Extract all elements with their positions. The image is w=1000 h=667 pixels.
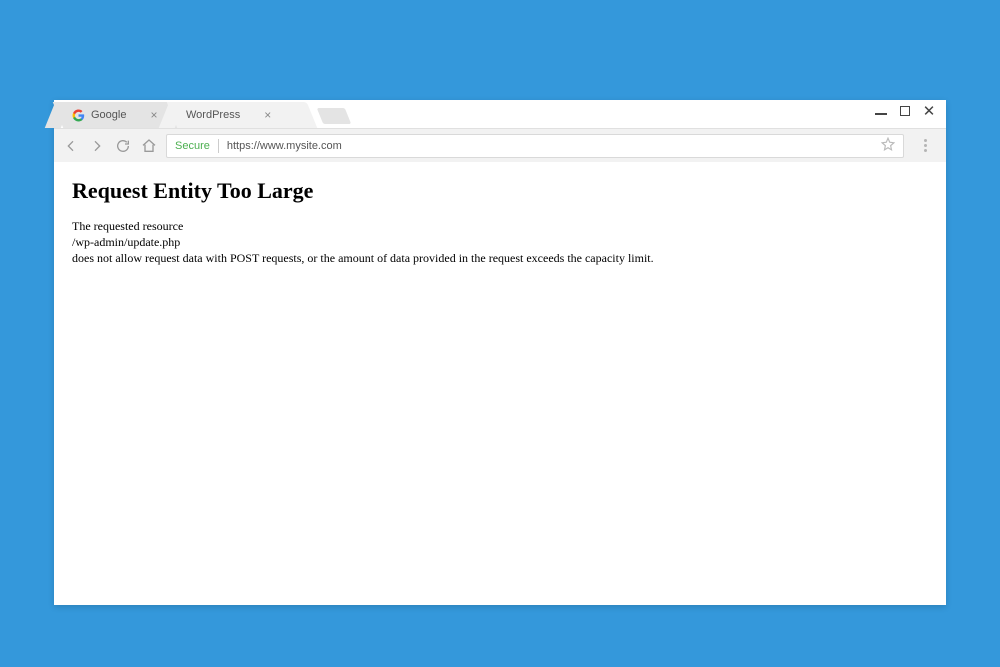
close-icon[interactable]: ×: [264, 108, 271, 122]
address-bar[interactable]: Secure https://www.mysite.com: [166, 134, 904, 158]
close-icon[interactable]: ×: [150, 108, 157, 122]
home-button[interactable]: [140, 137, 158, 155]
browser-toolbar: Secure https://www.mysite.com: [54, 128, 946, 162]
error-body: The requested resource /wp-admin/update.…: [72, 218, 928, 267]
divider: [218, 139, 219, 153]
tab-strip: Google × WordPress × ✕: [54, 100, 946, 128]
tab-title: Google: [91, 109, 126, 121]
maximize-button[interactable]: [898, 104, 912, 118]
close-window-button[interactable]: ✕: [922, 104, 936, 118]
window-controls: ✕: [874, 104, 936, 118]
page-content: Request Entity Too Large The requested r…: [54, 162, 946, 605]
secure-label: Secure: [175, 140, 210, 152]
error-line: The requested resource: [72, 219, 183, 233]
reload-button[interactable]: [114, 137, 132, 155]
bookmark-star-icon[interactable]: [881, 137, 895, 154]
error-path: /wp-admin/update.php: [72, 235, 180, 249]
browser-window: Google × WordPress × ✕: [54, 100, 946, 605]
tab-wordpress[interactable]: WordPress ×: [172, 102, 312, 128]
forward-button[interactable]: [88, 137, 106, 155]
url-text: https://www.mysite.com: [227, 140, 873, 152]
new-tab-button[interactable]: [317, 108, 351, 124]
menu-button[interactable]: [916, 137, 934, 155]
back-button[interactable]: [62, 137, 80, 155]
tab-title: WordPress: [186, 109, 240, 121]
google-logo-icon: [72, 109, 85, 122]
error-line: does not allow request data with POST re…: [72, 251, 654, 265]
minimize-button[interactable]: [874, 104, 888, 118]
error-heading: Request Entity Too Large: [72, 178, 928, 204]
